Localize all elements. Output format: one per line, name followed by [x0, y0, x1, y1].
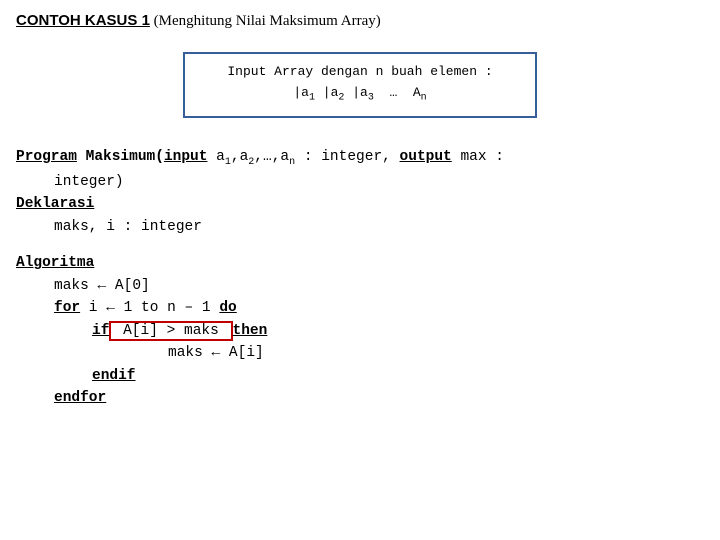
line-endfor: endfor [16, 387, 704, 409]
kw-input: input [164, 149, 208, 165]
highlight-condition: A[i] > maks [109, 321, 232, 341]
line-decl: maks, i : integer [16, 216, 704, 238]
line-body: maks ← A[i] [16, 342, 704, 364]
line-deklarasi: Deklarasi [16, 193, 704, 215]
pseudocode-block: Program Maksimum(input a1,a2,…,an : inte… [16, 146, 704, 409]
kw-endif: endif [92, 368, 136, 384]
kw-if: if [92, 323, 109, 339]
input-box-caption: Input Array dengan n buah elemen : [195, 62, 525, 83]
title-rest: (Menghitung Nilai Maksimum Array) [150, 13, 381, 29]
line-endif: endif [16, 365, 704, 387]
kw-endfor: endfor [54, 390, 106, 406]
title-bold: CONTOH KASUS 1 [16, 12, 150, 29]
line-algoritma: Algoritma [16, 252, 704, 274]
arrow-icon: ← [106, 300, 115, 316]
arrow-icon: ← [212, 345, 221, 361]
kw-do: do [219, 300, 236, 316]
input-box-array: |a1 |a2 |a3 … An [195, 83, 525, 107]
line-program: Program Maksimum(input a1,a2,…,an : inte… [16, 146, 704, 170]
kw-deklarasi: Deklarasi [16, 196, 94, 212]
kw-then: then [233, 323, 268, 339]
kw-program: Program [16, 149, 77, 165]
kw-algoritma: Algoritma [16, 255, 94, 271]
kw-for: for [54, 300, 80, 316]
kw-output: output [400, 149, 452, 165]
arrow-icon: ← [98, 278, 107, 294]
line-if: if A[i] > maks then [16, 320, 704, 342]
line-for: for i ← 1 to n – 1 do [16, 297, 704, 319]
page-title: CONTOH KASUS 1 (Menghitung Nilai Maksimu… [16, 12, 704, 30]
line-assign-maks: maks ← A[0] [16, 275, 704, 297]
line-program-2: integer) [16, 171, 704, 193]
input-array-box: Input Array dengan n buah elemen : |a1 |… [183, 52, 537, 118]
